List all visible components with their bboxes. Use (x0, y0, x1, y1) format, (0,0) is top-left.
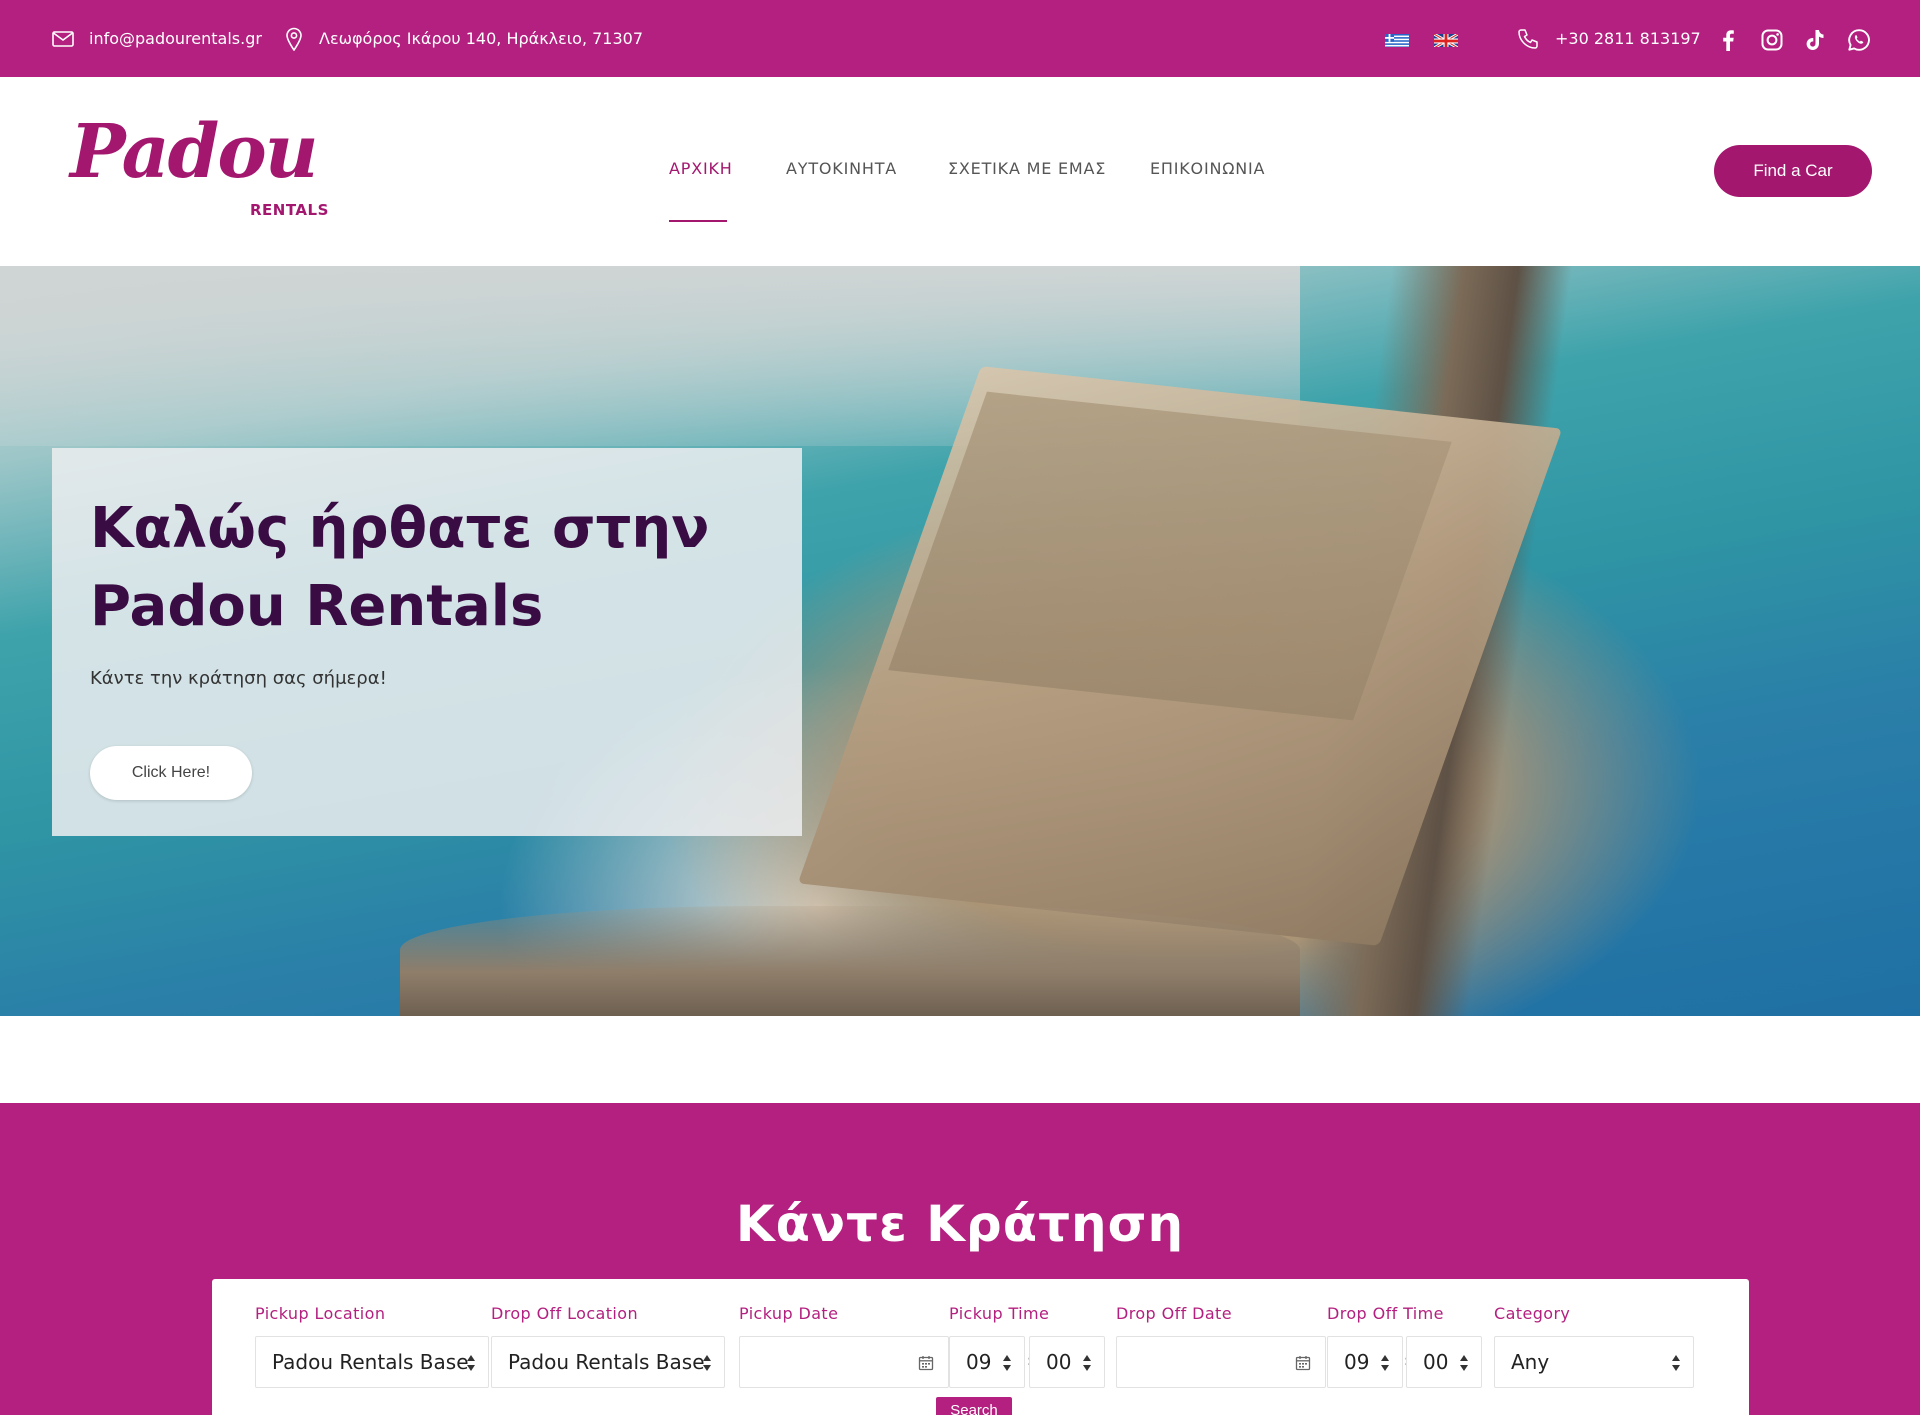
category-value: Any (1511, 1350, 1550, 1374)
pickup-minute-value: 00 (1046, 1350, 1072, 1374)
pickup-time-label: Pickup Time (949, 1304, 1050, 1323)
mail-icon (52, 30, 74, 47)
address-link[interactable]: Λεωφόρος Ικάρου 140, Ηράκλειο, 71307 (285, 0, 643, 77)
hero-cta-button[interactable]: Click Here! (90, 746, 252, 800)
dropoff-minute-value: 00 (1423, 1350, 1449, 1374)
top-bar: info@padourentals.gr Λεωφόρος Ικάρου 140… (0, 0, 1920, 77)
map-pin-icon (286, 27, 302, 51)
dropoff-hour-select[interactable]: 09 (1327, 1336, 1403, 1388)
whatsapp-icon[interactable] (1847, 28, 1871, 52)
dropoff-location-label: Drop Off Location (491, 1304, 638, 1323)
email-text: info@padourentals.gr (89, 29, 262, 48)
select-arrows-icon (1083, 1355, 1091, 1371)
hero-banner: Καλώς ήρθατε στην Padou Rentals Κάντε τη… (0, 266, 1920, 1016)
phone-icon (1518, 28, 1538, 49)
hero-subtitle: Κάντε την κράτηση σας σήμερα! (90, 668, 387, 689)
hero-card: Καλώς ήρθατε στην Padou Rentals Κάντε τη… (52, 448, 802, 836)
booking-section: Κάντε Κράτηση Pickup Location Drop Off L… (0, 1103, 1920, 1415)
category-label: Category (1494, 1304, 1571, 1323)
pickup-date-label: Pickup Date (739, 1304, 839, 1323)
phone-text: +30 2811 813197 (1555, 29, 1701, 48)
tiktok-icon[interactable] (1803, 28, 1827, 52)
pickup-location-label: Pickup Location (255, 1304, 386, 1323)
greek-flag-icon[interactable] (1385, 33, 1409, 47)
hero-image-shore (400, 906, 1300, 1016)
dropoff-date-input[interactable] (1116, 1336, 1326, 1388)
pickup-hour-select[interactable]: 09 (949, 1336, 1025, 1388)
dropoff-minute-select[interactable]: 00 (1406, 1336, 1482, 1388)
dropoff-location-value: Padou Rentals Base (508, 1350, 705, 1374)
select-arrows-icon (703, 1355, 711, 1371)
calendar-icon (1295, 1356, 1311, 1371)
pickup-location-value: Padou Rentals Base (272, 1350, 469, 1374)
nav-item-home[interactable]: ΑΡΧΙΚΗ (669, 159, 733, 178)
dropoff-time-label: Drop Off Time (1327, 1304, 1444, 1323)
hero-image-fortress-roof (888, 391, 1452, 721)
pickup-location-select[interactable]: Padou Rentals Base (255, 1336, 489, 1388)
dropoff-hour-value: 09 (1344, 1350, 1370, 1374)
select-arrows-icon (1672, 1355, 1680, 1371)
select-arrows-icon (467, 1355, 475, 1371)
site-header: Padou RENTALS ΑΡΧΙΚΗ ΑΥΤΟΚΙΝΗΤΑ ΣΧΕΤΙΚΑ … (0, 77, 1920, 266)
active-nav-underline (669, 220, 727, 222)
main-nav: ΑΡΧΙΚΗ ΑΥΤΟΚΙΝΗΤΑ ΣΧΕΤΙΚΑ ΜΕ ΕΜΑΣ ΕΠΙΚΟΙ… (0, 77, 1920, 266)
booking-title: Κάντε Κράτηση (735, 1195, 1185, 1253)
dropoff-date-label: Drop Off Date (1116, 1304, 1232, 1323)
address-text: Λεωφόρος Ικάρου 140, Ηράκλειο, 71307 (319, 29, 644, 48)
category-select[interactable]: Any (1494, 1336, 1694, 1388)
pickup-minute-select[interactable]: 00 (1029, 1336, 1105, 1388)
nav-item-about[interactable]: ΣΧΕΤΙΚΑ ΜΕ ΕΜΑΣ (948, 159, 1106, 178)
facebook-icon[interactable] (1716, 28, 1740, 52)
phone-link[interactable]: +30 2811 813197 (1517, 0, 1701, 77)
nav-item-contact[interactable]: ΕΠΙΚΟΙΝΩΝΙΑ (1150, 159, 1265, 178)
instagram-icon[interactable] (1760, 28, 1784, 52)
pickup-date-input[interactable] (739, 1336, 949, 1388)
calendar-icon (918, 1356, 934, 1371)
pickup-hour-value: 09 (966, 1350, 992, 1374)
booking-form: Pickup Location Drop Off Location Pickup… (212, 1279, 1749, 1415)
email-link[interactable]: info@padourentals.gr (52, 0, 262, 77)
hero-title: Καλώς ήρθατε στην Padou Rentals (90, 496, 710, 639)
select-arrows-icon (1460, 1355, 1468, 1371)
nav-item-cars[interactable]: ΑΥΤΟΚΙΝΗΤΑ (786, 159, 897, 178)
uk-flag-icon[interactable] (1434, 33, 1458, 47)
dropoff-location-select[interactable]: Padou Rentals Base (491, 1336, 725, 1388)
select-arrows-icon (1003, 1355, 1011, 1371)
search-button[interactable]: Search (936, 1397, 1012, 1415)
find-a-car-button[interactable]: Find a Car (1714, 145, 1872, 197)
select-arrows-icon (1381, 1355, 1389, 1371)
